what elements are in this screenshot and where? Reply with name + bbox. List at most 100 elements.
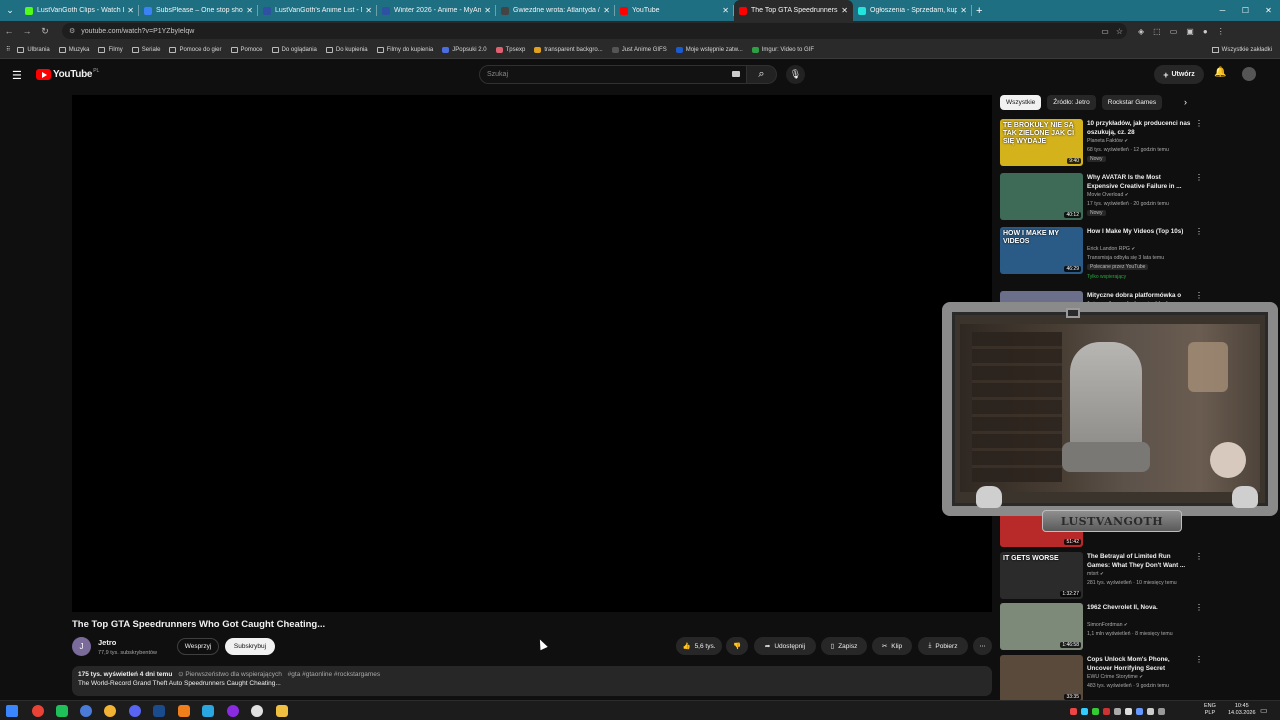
video-thumbnail[interactable]: 1:46:58 [1000, 603, 1083, 650]
recommendation-channel[interactable]: Planeta Faktów ✔ [1087, 138, 1128, 144]
bookmark-item[interactable]: Pomoce do gier [169, 46, 222, 53]
browser-tab[interactable]: LustVanGoth Clips - Watch Live✕ [20, 0, 139, 21]
site-info-icon[interactable]: ⚙ [69, 27, 75, 35]
recommendation-title[interactable]: 10 przykładów, jak producenci nas oszuku… [1087, 119, 1192, 137]
more-vert-icon[interactable]: ⋮ [1195, 603, 1203, 612]
tray-icon-red[interactable] [1070, 707, 1077, 715]
recommendation-title[interactable]: Why AVATAR Is the Most Expensive Creativ… [1087, 173, 1192, 191]
notification-icon[interactable]: ▭ [1260, 706, 1268, 715]
cast-icon[interactable]: ▭ [1101, 27, 1109, 36]
video-thumbnail[interactable]: 40:12 [1000, 173, 1083, 220]
profile-icon[interactable]: ● [1203, 27, 1208, 36]
tab-close-icon[interactable]: ✕ [365, 6, 372, 15]
bookmark-item[interactable]: Tpsexp [495, 46, 525, 53]
network-icon[interactable] [1147, 707, 1154, 715]
clip-button[interactable]: ✂ Klip [872, 637, 912, 655]
more-vert-icon[interactable]: ⋮ [1195, 227, 1203, 236]
tray-icon-grey[interactable] [1114, 707, 1121, 715]
bookmark-item[interactable]: Do kupienia [325, 46, 368, 53]
tab-close-icon[interactable]: ✕ [484, 6, 491, 15]
recommendation-title[interactable]: How I Make My Videos (Top 10s) [1087, 227, 1192, 236]
app-icon-yellow[interactable] [104, 705, 116, 717]
browser-tab[interactable]: Gwiezdne wrota: Atlantyda / St ✕ [496, 0, 615, 21]
url-bar[interactable]: ⚙ youtube.com/watch?v=P1YZbyIelqw ▭ ☆ [62, 23, 1127, 39]
recommendation-item[interactable]: 33:35 Cops Unlock Mom's Phone, Uncover Ho… [1000, 655, 1210, 705]
tab-close-icon[interactable]: ✕ [246, 6, 253, 15]
channel-name[interactable]: Jetro [98, 638, 116, 647]
recommendation-item[interactable]: 40:12 Why AVATAR Is the Most Expensive Cr… [1000, 173, 1210, 223]
tray-icon-cyan[interactable] [1081, 707, 1088, 715]
chevron-right-icon[interactable]: › [1184, 97, 1187, 107]
new-tab-icon[interactable]: + [976, 5, 982, 17]
video-player[interactable] [72, 95, 992, 612]
app-icon-navy[interactable] [153, 705, 165, 717]
bookmark-item[interactable]: transparent backgro... [534, 46, 603, 53]
tab-close-icon[interactable]: ✕ [722, 6, 729, 15]
browser-tab[interactable]: LustVanGoth's Anime List - My ✕ [258, 0, 377, 21]
recommendation-item[interactable]: 1:46:58 1962 Chevrolet II, Nova. SimonFord… [1000, 603, 1210, 653]
tray-icon-darkred[interactable] [1103, 707, 1110, 715]
extensions-puzzle-icon[interactable]: ⬚ [1153, 27, 1161, 36]
more-vert-icon[interactable]: ⋮ [1195, 655, 1203, 664]
volume-icon[interactable] [1125, 707, 1132, 715]
join-button[interactable]: Wesprzyj [177, 638, 219, 655]
downloads-icon[interactable]: ▭ [1170, 27, 1178, 36]
browser-tab[interactable]: The Top GTA Speedrunners Wh✕ [734, 0, 853, 21]
more-vert-icon[interactable]: ⋮ [1195, 552, 1203, 561]
start-icon[interactable] [6, 705, 18, 717]
filter-chip[interactable]: Wszystkie [1000, 95, 1042, 110]
filter-chip[interactable]: Rockstar Games [1101, 95, 1163, 110]
recommendation-item[interactable]: IT GETS WORSE 1:32:27 The Betrayal of Limi… [1000, 552, 1210, 602]
maximize-icon[interactable]: ☐ [1234, 6, 1257, 15]
app-icon-purple[interactable] [227, 705, 239, 717]
video-thumbnail[interactable]: IT GETS WORSE 1:32:27 [1000, 552, 1083, 599]
close-window-icon[interactable]: ✕ [1257, 6, 1280, 15]
tray-icon-blue[interactable] [1136, 707, 1143, 715]
all-bookmarks[interactable]: Wszystkie zakładki [1211, 41, 1272, 59]
recommendation-title[interactable]: The Betrayal of Limited Run Games: What … [1087, 552, 1192, 570]
youtube-logo[interactable]: YouTube PL [36, 68, 99, 80]
app-icon-white[interactable] [251, 705, 263, 717]
extension-icon[interactable]: ◈ [1138, 27, 1144, 36]
browser-tab[interactable]: Winter 2026 - Anime - MyAnim ✕ [377, 0, 496, 21]
recommendation-channel[interactable]: mtxrt ✔ [1087, 571, 1104, 577]
keyboard-icon[interactable] [732, 71, 740, 77]
bookmark-item[interactable]: Filmy [98, 46, 123, 53]
save-button[interactable]: ▯ Zapisz [821, 637, 867, 655]
video-thumbnail[interactable]: TE BROKUŁY NIE SĄ TAK ZIELONE JAK CI SIĘ… [1000, 119, 1083, 166]
apps-icon[interactable]: ⠿ [6, 46, 10, 53]
discord-icon[interactable] [129, 705, 141, 717]
recommendation-channel[interactable]: EWU Crime Storytime ✔ [1087, 674, 1143, 680]
file-explorer-icon[interactable] [276, 705, 288, 717]
tab-close-icon[interactable]: ✕ [127, 6, 134, 15]
sidebar-icon[interactable]: ▣ [1186, 27, 1194, 36]
account-avatar[interactable] [1242, 67, 1256, 81]
search-button[interactable]: ⌕ [747, 65, 777, 84]
recommendation-channel[interactable]: Movie Overload ✔ [1087, 192, 1129, 198]
download-button[interactable]: ⤓ Pobierz [918, 637, 968, 655]
create-button[interactable]: + Utwórz [1154, 65, 1204, 84]
tab-close-icon[interactable]: ✕ [841, 6, 848, 15]
recommendation-item[interactable]: HOW I MAKE MY VIDEOS 46:29 How I Make My V… [1000, 227, 1210, 280]
recommendation-channel[interactable]: SimonFordman ✔ [1087, 622, 1128, 628]
bookmark-item[interactable]: JPopsuki 2.0 [442, 46, 487, 53]
bookmark-item[interactable]: Muzyka [58, 46, 89, 53]
bookmark-item[interactable]: Ulbrania [17, 46, 50, 53]
vlc-icon[interactable] [178, 705, 190, 717]
reload-icon[interactable]: ↻ [36, 26, 54, 37]
app-icon-green[interactable] [56, 705, 68, 717]
bookmark-item[interactable]: Moje wstępnie zatw... [675, 46, 743, 53]
video-thumbnail[interactable]: 33:35 [1000, 655, 1083, 702]
bookmark-star-icon[interactable]: ☆ [1116, 27, 1123, 36]
bookmark-item[interactable]: Just Anime GIFS [611, 46, 667, 53]
browser-tab[interactable]: SubsPlease – One stop shop fo✕ [139, 0, 258, 21]
search-input[interactable]: Szukaj [479, 65, 747, 84]
tab-close-icon[interactable]: ✕ [960, 6, 967, 15]
chrome-icon[interactable] [32, 705, 44, 717]
share-button[interactable]: ➦ Udostępnij [754, 637, 816, 655]
browser-menu-icon[interactable]: ⋮ [1217, 27, 1225, 36]
tray-icon-green[interactable] [1092, 707, 1099, 715]
app-icon-blue[interactable] [80, 705, 92, 717]
tab-search-icon[interactable]: ⌄ [0, 0, 20, 21]
video-tags[interactable]: #gta #gtaonline #rockstargames [288, 671, 381, 678]
